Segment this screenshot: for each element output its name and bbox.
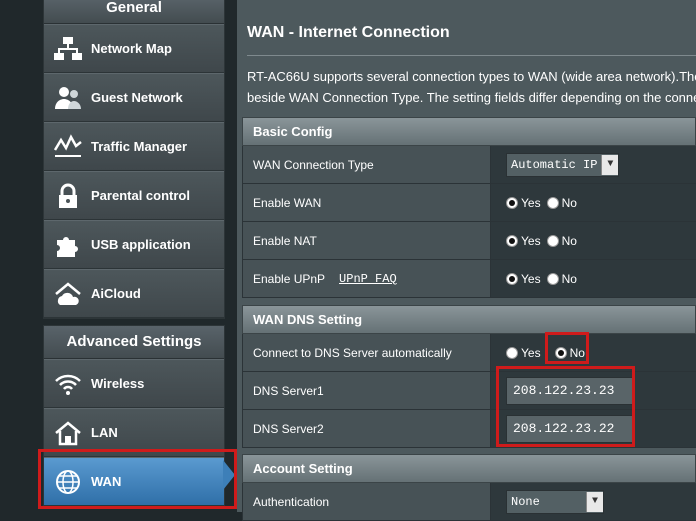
enable-upnp-row: Enable UPnP UPnP FAQ Yes No xyxy=(242,260,696,298)
sidebar-item-parental-control[interactable]: Parental control xyxy=(44,171,224,220)
dns-auto-row: Connect to DNS Server automatically Yes … xyxy=(242,334,696,372)
enable-wan-label: Enable WAN xyxy=(243,184,491,221)
traffic-manager-icon xyxy=(50,132,86,162)
title-divider xyxy=(247,55,696,56)
wifi-icon xyxy=(50,369,86,399)
cloud-house-icon xyxy=(50,279,86,309)
wan-type-select[interactable]: Automatic IP ▼ xyxy=(506,152,620,177)
sidebar-item-label: LAN xyxy=(91,425,118,440)
dns1-row: DNS Server1 208.122.23.23 xyxy=(242,372,696,410)
house-icon xyxy=(50,418,86,448)
sidebar-item-usb-application[interactable]: USB application xyxy=(44,220,224,269)
sidebar-item-label: Guest Network xyxy=(91,90,183,105)
sidebar-item-wan[interactable]: WAN xyxy=(44,457,224,506)
page-title: WAN - Internet Connection xyxy=(247,24,450,41)
dns2-input[interactable]: 208.122.23.22 xyxy=(506,414,634,443)
account-section: Account Setting Authentication None ▼ xyxy=(242,454,696,521)
auth-label: Authentication xyxy=(243,483,491,520)
upnp-faq-link[interactable]: UPnP FAQ xyxy=(339,272,397,286)
dns-auto-no-radio[interactable]: No xyxy=(554,346,585,360)
enable-nat-no-radio[interactable]: No xyxy=(546,234,577,248)
sidebar-item-lan[interactable]: LAN xyxy=(44,408,224,457)
guest-network-icon xyxy=(50,83,86,113)
dns-auto-label: Connect to DNS Server automatically xyxy=(243,334,491,371)
sidebar-item-guest-network[interactable]: Guest Network xyxy=(44,73,224,122)
enable-wan-yes-radio[interactable]: Yes xyxy=(506,196,541,210)
select-value: None xyxy=(511,494,540,509)
description-line: beside WAN Connection Type. The setting … xyxy=(247,90,696,105)
dns-section: WAN DNS Setting Connect to DNS Server au… xyxy=(242,305,696,448)
page-description: RT-AC66U supports several connection typ… xyxy=(247,66,696,108)
sidebar: General Network Map Guest Network Traffi… xyxy=(0,0,235,512)
sidebar-item-wireless[interactable]: Wireless xyxy=(44,359,224,408)
dns2-row: DNS Server2 208.122.23.22 xyxy=(242,410,696,448)
auth-row: Authentication None ▼ xyxy=(242,483,696,521)
dns1-input[interactable]: 208.122.23.23 xyxy=(506,376,634,405)
enable-nat-row: Enable NAT Yes No xyxy=(242,222,696,260)
enable-nat-yes-radio[interactable]: Yes xyxy=(506,234,541,248)
sidebar-item-label: Parental control xyxy=(91,188,190,203)
dns2-label: DNS Server2 xyxy=(243,410,491,447)
sidebar-item-label: Wireless xyxy=(91,376,145,391)
puzzle-icon xyxy=(50,230,86,260)
wan-type-label: WAN Connection Type xyxy=(243,146,491,183)
main-panel: WAN - Internet Connection RT-AC66U suppo… xyxy=(237,0,696,521)
general-menu-title: General xyxy=(44,0,224,24)
enable-upnp-no-radio[interactable]: No xyxy=(546,272,577,286)
enable-upnp-label: Enable UPnP xyxy=(253,271,326,286)
select-value: Automatic IP xyxy=(511,157,598,172)
enable-nat-label: Enable NAT xyxy=(243,222,491,259)
sidebar-item-label: USB application xyxy=(91,237,191,252)
active-item-pointer xyxy=(223,460,235,490)
wan-type-row: WAN Connection Type Automatic IP ▼ xyxy=(242,146,696,184)
lock-icon xyxy=(50,181,86,211)
sidebar-item-label: AiCloud xyxy=(91,286,141,301)
sidebar-item-label: WAN xyxy=(91,474,122,489)
globe-icon xyxy=(50,467,86,497)
enable-wan-row: Enable WAN Yes No xyxy=(242,184,696,222)
dns1-label: DNS Server1 xyxy=(243,372,491,409)
advanced-menu: Advanced Settings Wireless LAN WAN xyxy=(43,325,225,507)
general-menu: General Network Map Guest Network Traffi… xyxy=(43,0,225,319)
dns-auto-yes-radio[interactable]: Yes xyxy=(506,346,541,360)
advanced-menu-title: Advanced Settings xyxy=(44,326,224,359)
description-line: RT-AC66U supports several connection typ… xyxy=(247,69,696,84)
network-map-icon xyxy=(50,34,86,64)
section-title: WAN DNS Setting xyxy=(242,305,696,334)
chevron-down-icon: ▼ xyxy=(586,491,603,512)
basic-config-section: Basic Config WAN Connection Type Automat… xyxy=(242,117,696,298)
sidebar-item-traffic-manager[interactable]: Traffic Manager xyxy=(44,122,224,171)
enable-upnp-label-cell: Enable UPnP UPnP FAQ xyxy=(243,260,491,297)
enable-upnp-yes-radio[interactable]: Yes xyxy=(506,272,541,286)
auth-select[interactable]: None ▼ xyxy=(506,489,604,514)
sidebar-item-network-map[interactable]: Network Map xyxy=(44,24,224,73)
sidebar-item-aicloud[interactable]: AiCloud xyxy=(44,269,224,318)
sidebar-item-label: Traffic Manager xyxy=(91,139,188,154)
enable-wan-no-radio[interactable]: No xyxy=(546,196,577,210)
section-title: Basic Config xyxy=(242,117,696,146)
chevron-down-icon: ▼ xyxy=(601,154,619,175)
sidebar-item-label: Network Map xyxy=(91,41,172,56)
section-title: Account Setting xyxy=(242,454,696,483)
